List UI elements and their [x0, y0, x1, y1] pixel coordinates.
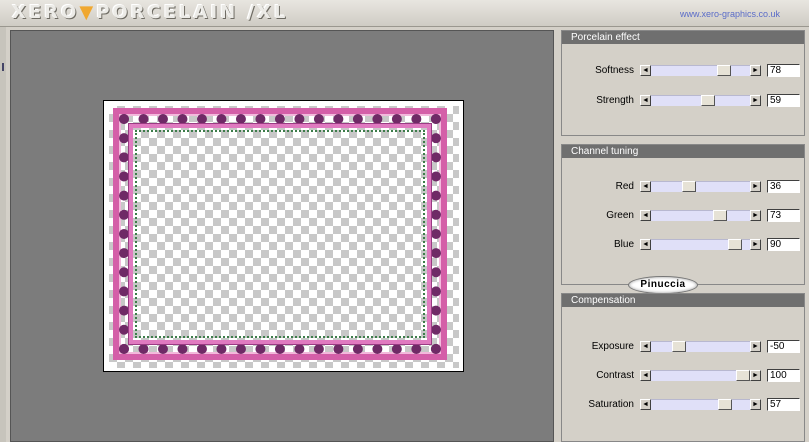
softness-value-field[interactable]: 78 — [767, 64, 800, 77]
blue-value-field[interactable]: 90 — [767, 238, 800, 251]
right-arrow-icon[interactable]: ► — [750, 399, 761, 410]
signature-watermark: Pinuccia — [628, 276, 698, 294]
right-arrow-icon[interactable]: ► — [750, 370, 761, 381]
website-link[interactable]: www.xero-graphics.co.uk — [680, 9, 780, 19]
slider-thumb[interactable] — [701, 95, 715, 106]
left-edge-strip — [0, 27, 6, 442]
panel-title: Channel tuning — [562, 145, 804, 158]
strength-slider[interactable]: ◄ ► — [640, 95, 761, 108]
red-value-field[interactable]: 36 — [767, 180, 800, 193]
slider-label: Strength — [596, 95, 634, 106]
green-value-field[interactable]: 73 — [767, 209, 800, 222]
panel-channel-tuning: Channel tuning Red ◄ ► 36 Green ◄ ► 73 B… — [561, 144, 806, 294]
saturation-value-field[interactable]: 57 — [767, 398, 800, 411]
slider-label: Red — [615, 181, 634, 192]
slider-thumb[interactable] — [672, 341, 686, 352]
slider-row-exposure: Exposure ◄ ► -50 — [562, 340, 806, 355]
slider-track[interactable] — [651, 210, 750, 221]
slider-row-softness: Softness ◄ ► 78 — [562, 64, 806, 79]
slider-row-red: Red ◄ ► 36 — [562, 180, 806, 195]
green-slider[interactable]: ◄ ► — [640, 210, 761, 223]
slider-thumb[interactable] — [682, 181, 696, 192]
right-arrow-icon[interactable]: ► — [750, 341, 761, 352]
slider-row-strength: Strength ◄ ► 59 — [562, 94, 806, 109]
left-arrow-icon[interactable]: ◄ — [640, 370, 651, 381]
right-arrow-icon[interactable]: ► — [750, 210, 761, 221]
right-arrow-icon[interactable]: ► — [750, 181, 761, 192]
right-arrow-icon[interactable]: ► — [750, 239, 761, 250]
left-arrow-icon[interactable]: ◄ — [640, 239, 651, 250]
left-arrow-icon[interactable]: ◄ — [640, 65, 651, 76]
slider-thumb[interactable] — [718, 399, 732, 410]
slider-track[interactable] — [651, 65, 750, 76]
slider-label: Blue — [613, 239, 634, 250]
slider-track[interactable] — [651, 370, 750, 381]
panel-compensation: Compensation Exposure ◄ ► -50 Contrast ◄… — [561, 293, 805, 442]
panel-title: Porcelain effect — [562, 31, 804, 44]
logo-text-suffix: PORCELAIN /XL — [96, 2, 289, 23]
contrast-value-field[interactable]: 100 — [767, 369, 800, 382]
edge-marker-icon — [2, 63, 4, 71]
slider-thumb[interactable] — [713, 210, 727, 221]
blue-slider[interactable]: ◄ ► — [640, 239, 761, 252]
exposure-slider[interactable]: ◄ ► — [640, 341, 761, 354]
frame-leaf-border — [135, 130, 425, 338]
right-arrow-icon[interactable]: ► — [750, 95, 761, 106]
red-slider[interactable]: ◄ ► — [640, 181, 761, 194]
left-arrow-icon[interactable]: ◄ — [640, 399, 651, 410]
saturation-slider[interactable]: ◄ ► — [640, 399, 761, 412]
slider-row-saturation: Saturation ◄ ► 57 — [562, 398, 806, 413]
slider-thumb[interactable] — [736, 370, 750, 381]
slider-track[interactable] — [651, 95, 750, 106]
slider-label: Exposure — [591, 341, 634, 352]
exposure-value-field[interactable]: -50 — [767, 340, 800, 353]
slider-label: Softness — [595, 65, 634, 76]
left-arrow-icon[interactable]: ◄ — [640, 181, 651, 192]
app-logo: XERO▼PORCELAIN /XL — [12, 2, 288, 23]
slider-track[interactable] — [651, 341, 750, 352]
contrast-slider[interactable]: ◄ ► — [640, 370, 761, 383]
preview-area[interactable] — [10, 30, 554, 442]
strength-value-field[interactable]: 59 — [767, 94, 800, 107]
slider-track[interactable] — [651, 239, 750, 250]
panel-porcelain-effect: Porcelain effect Softness ◄ ► 78 Strengt… — [561, 30, 805, 136]
preview-image — [103, 100, 464, 372]
left-arrow-icon[interactable]: ◄ — [640, 210, 651, 221]
slider-thumb[interactable] — [728, 239, 742, 250]
slider-track[interactable] — [651, 181, 750, 192]
slider-row-blue: Blue ◄ ► 90 — [562, 238, 806, 253]
panel-title: Compensation — [562, 294, 804, 307]
left-arrow-icon[interactable]: ◄ — [640, 95, 651, 106]
logo-text: XERO — [12, 2, 80, 23]
logo-triangle-icon: ▼ — [79, 2, 97, 23]
slider-row-contrast: Contrast ◄ ► 100 — [562, 369, 806, 384]
right-arrow-icon[interactable]: ► — [750, 65, 761, 76]
slider-label: Green — [606, 210, 634, 221]
title-bar: XERO▼PORCELAIN /XL www.xero-graphics.co.… — [0, 0, 809, 27]
left-arrow-icon[interactable]: ◄ — [640, 341, 651, 352]
slider-row-green: Green ◄ ► 73 — [562, 209, 806, 224]
slider-label: Saturation — [588, 399, 634, 410]
softness-slider[interactable]: ◄ ► — [640, 65, 761, 78]
slider-label: Contrast — [596, 370, 634, 381]
slider-track[interactable] — [651, 399, 750, 410]
slider-thumb[interactable] — [717, 65, 731, 76]
